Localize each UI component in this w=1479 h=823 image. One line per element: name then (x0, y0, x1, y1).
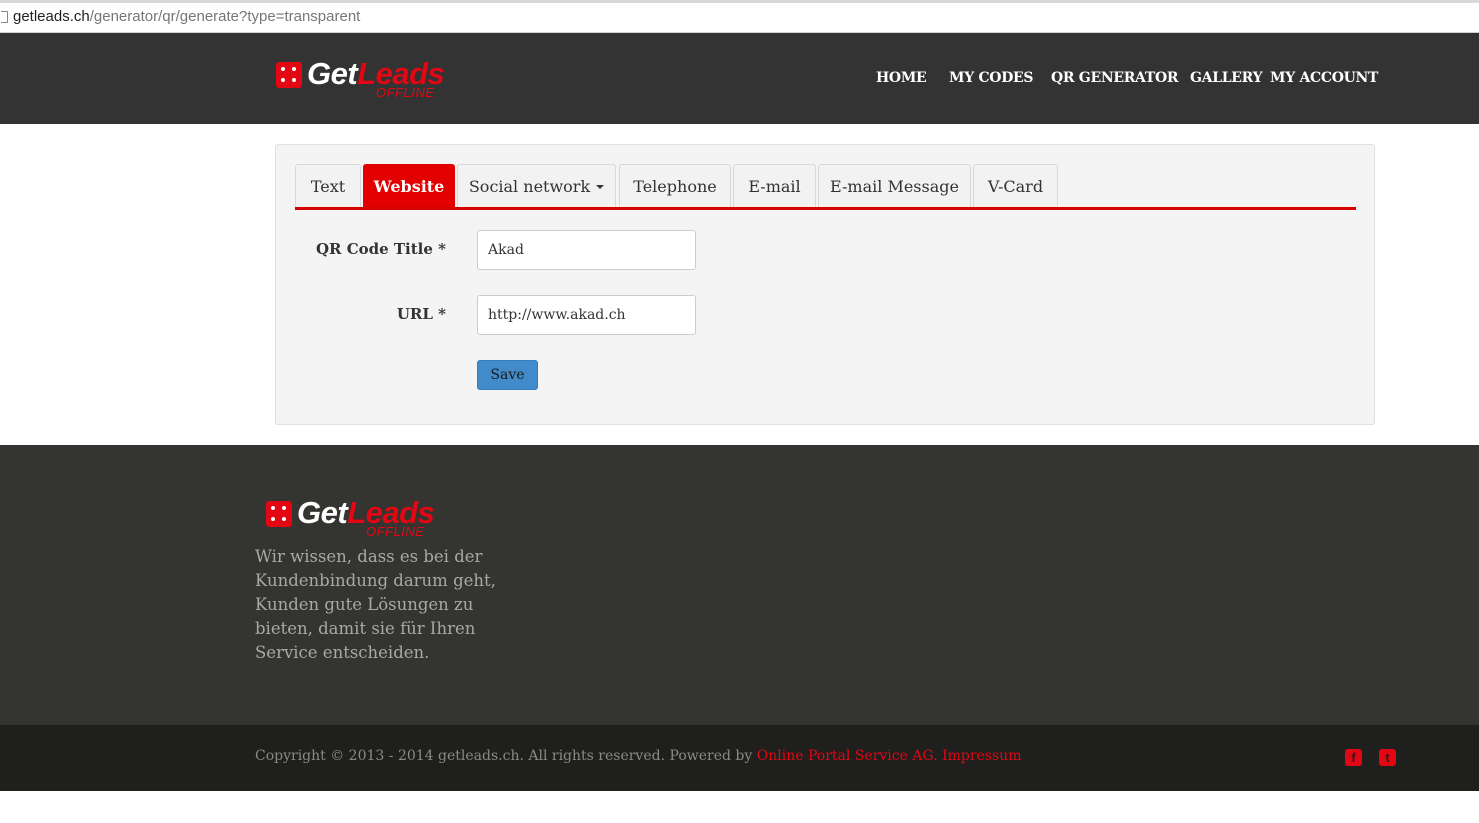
nav-qr-generator[interactable]: QR GENERATOR (1051, 70, 1178, 86)
url-label: URL * (396, 305, 446, 323)
copyright-bar: Copyright © 2013 - 2014 getleads.ch. All… (0, 725, 1479, 791)
footer-logo[interactable]: GetLeads OFFLINE (266, 495, 436, 539)
footer-description: Wir wissen, dass es bei der Kundenbindun… (255, 547, 496, 662)
nav-my-account[interactable]: MY ACCOUNT (1270, 70, 1378, 86)
facebook-icon[interactable]: f (1345, 749, 1362, 766)
tab-social-network[interactable]: Social network (457, 164, 616, 207)
twitter-icon[interactable]: t (1379, 749, 1396, 766)
url-path: /generator/qr/generate?type=transparent (89, 8, 361, 25)
caret-down-icon (596, 184, 605, 189)
url-host: getleads.ch (13, 8, 90, 25)
copyright-text: Copyright © 2013 - 2014 getleads.ch. All… (255, 748, 1022, 764)
logo-subtitle: OFFLINE (376, 85, 435, 100)
tab-email[interactable]: E-mail (733, 164, 816, 207)
logo-mark-icon (266, 501, 292, 527)
footer: GetLeads OFFLINE Wir wissen, dass es bei… (0, 445, 1479, 725)
tab-email-message[interactable]: E-mail Message (818, 164, 971, 207)
top-navbar: GetLeads OFFLINE HOME MY CODES QR GENERA… (0, 33, 1479, 124)
nav-home[interactable]: HOME (876, 70, 927, 86)
nav-gallery[interactable]: GALLERY (1190, 70, 1263, 86)
logo-subtitle: OFFLINE (366, 524, 425, 539)
tab-text[interactable]: Text (295, 164, 361, 207)
browser-address-bar[interactable]: getleads.ch/generator/qr/generate?type=t… (0, 0, 1479, 33)
logo-mark-icon (276, 62, 302, 88)
getleads-logo[interactable]: GetLeads OFFLINE (276, 56, 446, 100)
tab-social-network-label: Social network (468, 177, 591, 196)
page-icon (1, 11, 8, 23)
save-button[interactable]: Save (477, 360, 538, 390)
nav-my-codes[interactable]: MY CODES (949, 70, 1034, 86)
qr-code-title-label: QR Code Title * (315, 240, 446, 258)
impressum-link[interactable]: Impressum (942, 748, 1021, 764)
address-url[interactable]: getleads.ch/generator/qr/generate?type=t… (13, 8, 360, 25)
tab-website[interactable]: Website (363, 164, 455, 207)
qr-type-tabs: Text Website Social network Telephone E-… (295, 164, 1356, 210)
tab-vcard[interactable]: V-Card (973, 164, 1058, 207)
tab-telephone[interactable]: Telephone (619, 164, 731, 207)
qr-code-title-input[interactable] (477, 230, 696, 270)
qr-generator-panel: Text Website Social network Telephone E-… (275, 144, 1375, 425)
powered-by-link[interactable]: Online Portal Service AG. (757, 748, 938, 764)
page-bottom-space (0, 791, 1479, 823)
url-input[interactable] (477, 295, 696, 335)
